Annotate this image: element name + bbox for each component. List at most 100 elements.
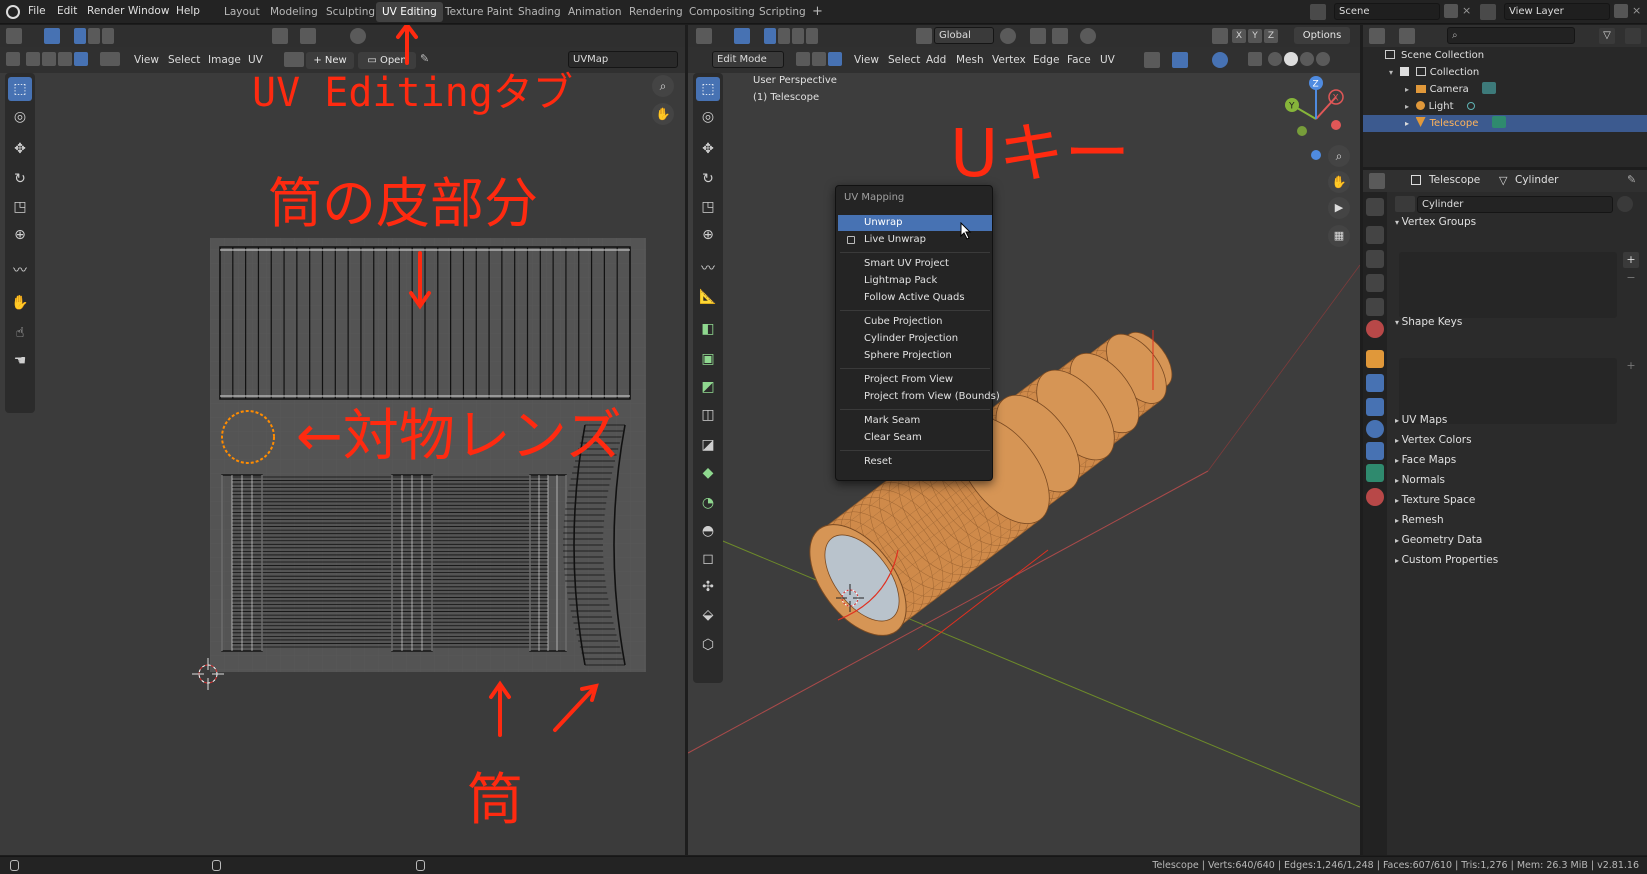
collection-checkbox[interactable]	[1399, 67, 1409, 76]
properties-editor-type-icon[interactable]	[1369, 173, 1385, 189]
modifier-tab-icon[interactable]	[1366, 374, 1384, 392]
view-layer-close-icon[interactable]: ×	[1632, 4, 1641, 17]
tab-layout[interactable]: Layout	[218, 2, 266, 22]
new-collection-icon[interactable]	[1625, 28, 1641, 44]
tab-animation[interactable]: Animation	[562, 2, 628, 22]
scene-tab-icon[interactable]	[1366, 298, 1384, 316]
outliner-scene-collection[interactable]: Scene Collection	[1363, 47, 1647, 64]
render-tab-icon[interactable]	[1366, 226, 1384, 244]
menu-edit[interactable]: Edit	[57, 5, 77, 17]
menu-item-project-from-view-bounds[interactable]: Project from View (Bounds)	[838, 389, 1000, 405]
scene-close-icon[interactable]: ×	[1462, 4, 1471, 17]
vp-move-tool[interactable]: ✥	[696, 137, 720, 161]
section-vertex-colors[interactable]: ▸ Vertex Colors	[1395, 434, 1472, 446]
world-tab-icon[interactable]	[1366, 320, 1384, 338]
add-workspace-button[interactable]: +	[806, 2, 829, 22]
view-layer-tab-icon[interactable]	[1366, 274, 1384, 292]
shrink-fatten-tool[interactable]: ✣	[696, 575, 720, 599]
tab-rendering[interactable]: Rendering	[623, 2, 689, 22]
mesh-data-tab-icon[interactable]	[1366, 464, 1384, 482]
vp-ortho-icon[interactable]: ▦	[1328, 225, 1350, 247]
vp-camera-icon[interactable]: ▶	[1328, 197, 1350, 219]
menu-window[interactable]: Window	[128, 5, 169, 17]
section-geometry-data[interactable]: ▸ Geometry Data	[1395, 534, 1482, 546]
menu-item-smart-uv-project[interactable]: Smart UV Project	[838, 256, 992, 272]
pin-properties-icon[interactable]: ✎	[1627, 173, 1636, 186]
tab-scripting[interactable]: Scripting	[753, 2, 812, 22]
scene-copy-icon[interactable]	[1444, 4, 1458, 18]
vp-measure-tool[interactable]: 📐	[696, 285, 720, 309]
menu-item-lightmap-pack[interactable]: Lightmap Pack	[838, 273, 992, 289]
view-layer-copy-icon[interactable]	[1614, 4, 1628, 18]
vertex-groups-remove-icon[interactable]: −	[1623, 270, 1639, 286]
tool-tab-icon[interactable]	[1366, 198, 1384, 216]
outliner-telescope[interactable]: ▸ Telescope	[1363, 115, 1647, 132]
material-tab-icon[interactable]	[1366, 488, 1384, 506]
section-face-maps[interactable]: ▸ Face Maps	[1395, 454, 1456, 466]
fake-user-icon[interactable]	[1617, 196, 1633, 212]
mesh-name-field[interactable]: Cylinder	[1417, 196, 1613, 213]
menu-item-mark-seam[interactable]: Mark Seam	[838, 413, 992, 429]
menu-item-clear-seam[interactable]: Clear Seam	[838, 430, 992, 446]
expand-arrow-icon[interactable]: ▾	[1389, 68, 1396, 77]
expand-arrow-icon[interactable]: ▸	[1405, 85, 1412, 94]
menu-render[interactable]: Render	[87, 5, 124, 17]
tab-modeling[interactable]: Modeling	[264, 2, 324, 22]
expand-arrow-icon[interactable]: ▸	[1405, 102, 1412, 111]
outliner-light[interactable]: ▸ Light	[1363, 98, 1647, 115]
tab-texture-paint[interactable]: Texture Paint	[439, 2, 519, 22]
vp-select-box-tool[interactable]: ⬚	[696, 77, 720, 101]
section-shape-keys[interactable]: ▾ Shape Keys	[1395, 316, 1462, 328]
physics-tab-icon[interactable]	[1366, 420, 1384, 438]
blender-logo-icon[interactable]	[6, 5, 20, 19]
filter-icon[interactable]: ▽	[1599, 28, 1615, 44]
bevel-tool[interactable]: ◩	[696, 375, 720, 399]
outliner-editor-type-icon[interactable]	[1369, 28, 1385, 44]
vertex-groups-add-icon[interactable]: +	[1623, 252, 1639, 268]
object-tab-icon[interactable]	[1366, 350, 1384, 368]
section-texture-space[interactable]: ▸ Texture Space	[1395, 494, 1475, 506]
constraints-tab-icon[interactable]	[1366, 442, 1384, 460]
tab-shading[interactable]: Shading	[512, 2, 567, 22]
menu-item-cube-projection[interactable]: Cube Projection	[838, 314, 992, 330]
menu-help[interactable]: Help	[176, 5, 200, 17]
vp-pan-icon[interactable]: ✋	[1328, 171, 1350, 193]
view-layer-field[interactable]: View Layer	[1504, 3, 1610, 20]
tab-uv-editing[interactable]: UV Editing	[376, 2, 443, 22]
outliner-camera[interactable]: ▸ Camera	[1363, 81, 1647, 98]
menu-item-follow-active-quads[interactable]: Follow Active Quads	[838, 290, 992, 306]
output-tab-icon[interactable]	[1366, 250, 1384, 268]
menu-item-sphere-projection[interactable]: Sphere Projection	[838, 348, 992, 364]
vp-rotate-tool[interactable]: ↻	[696, 167, 720, 191]
view-layer-icon[interactable]	[1480, 4, 1496, 20]
tab-compositing[interactable]: Compositing	[683, 2, 761, 22]
extrude-tool[interactable]: ◧	[696, 317, 720, 341]
loop-cut-tool[interactable]: ◫	[696, 403, 720, 427]
vp-annotate-tool[interactable]: 〰	[696, 257, 720, 281]
section-remesh[interactable]: ▸ Remesh	[1395, 514, 1444, 526]
vp-scale-tool[interactable]: ◳	[696, 195, 720, 219]
outliner-display-mode-icon[interactable]	[1399, 28, 1415, 44]
smooth-tool[interactable]: ◓	[696, 519, 720, 543]
rip-tool[interactable]: ⬡	[696, 633, 720, 657]
vp-cursor-tool[interactable]: ◎	[696, 105, 720, 129]
vp-transform-tool[interactable]: ⊕	[696, 223, 720, 247]
poly-build-tool[interactable]: ◆	[696, 461, 720, 485]
section-uv-maps[interactable]: ▸ UV Maps	[1395, 414, 1447, 426]
section-normals[interactable]: ▸ Normals	[1395, 474, 1445, 486]
menu-item-project-from-view[interactable]: Project From View	[838, 372, 992, 388]
section-custom-properties[interactable]: ▸ Custom Properties	[1395, 554, 1498, 566]
particles-tab-icon[interactable]	[1366, 398, 1384, 416]
menu-item-reset[interactable]: Reset	[838, 454, 992, 470]
inset-tool[interactable]: ▣	[696, 347, 720, 371]
vertex-groups-list[interactable]	[1399, 252, 1617, 318]
scene-field[interactable]: Scene	[1334, 3, 1440, 20]
live-unwrap-checkbox[interactable]	[847, 236, 855, 244]
outliner-search-input[interactable]: ⌕	[1447, 27, 1575, 44]
edge-slide-tool[interactable]: ◻	[696, 547, 720, 571]
vp-zoom-icon[interactable]: ⌕	[1328, 145, 1350, 167]
expand-arrow-icon[interactable]: ▸	[1405, 119, 1412, 128]
mesh-browse-icon[interactable]	[1395, 196, 1415, 212]
spin-tool[interactable]: ◔	[696, 491, 720, 515]
scene-icon[interactable]	[1310, 4, 1326, 20]
